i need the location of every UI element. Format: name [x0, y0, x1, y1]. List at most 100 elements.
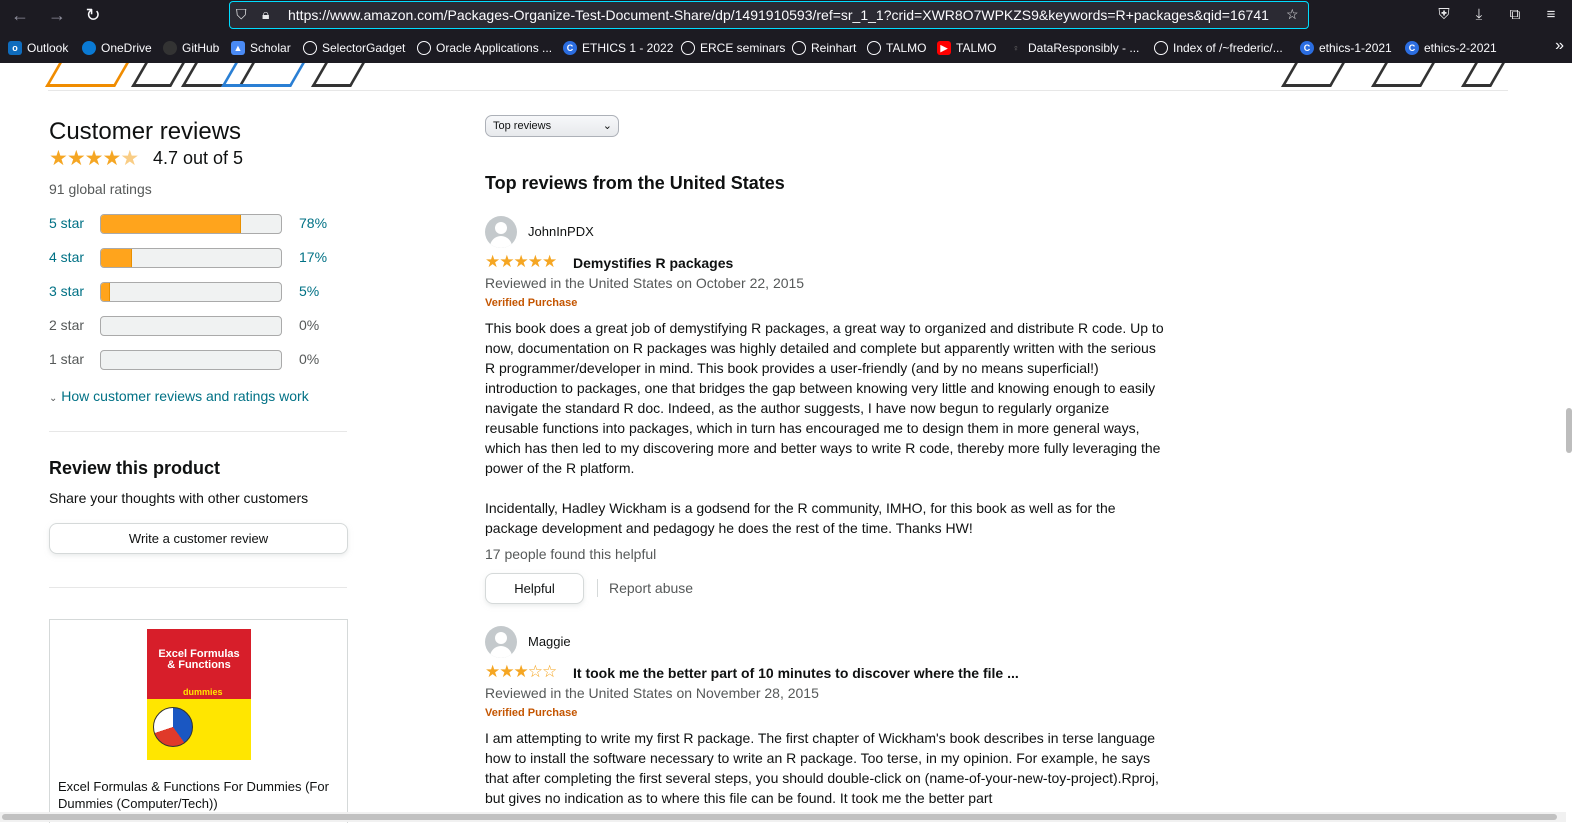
review-body: This book does a great job of demystifyi… [485, 320, 1164, 536]
bookmark-talmo[interactable]: TALMO [867, 39, 926, 57]
canvas-icon: C [1405, 41, 1419, 55]
review-date: Reviewed in the United States on October… [485, 275, 805, 291]
bookmark-index-frederic[interactable]: Index of /~frederic/... [1154, 39, 1283, 57]
review-item: Maggie ★★★☆☆ It took me the better part … [485, 626, 1165, 823]
bookmark-github[interactable]: GitHub [163, 39, 219, 57]
histogram-percentage[interactable]: 5% [299, 283, 319, 299]
forward-icon[interactable]: → [45, 4, 69, 26]
histogram-row[interactable]: 4 star 17% [49, 247, 349, 269]
chevron-down-icon: ⌄ [602, 120, 612, 132]
reviewer-name[interactable]: Maggie [528, 634, 571, 649]
write-review-button[interactable]: Write a customer review [49, 523, 348, 554]
sort-reviews-dropdown[interactable]: Top reviews ⌄ [485, 115, 619, 137]
customer-reviews-heading: Customer reviews [49, 118, 242, 145]
divider [597, 579, 598, 597]
outlook-icon: o [8, 41, 22, 55]
product-title-link[interactable]: Excel Formulas & Functions For Dummies (… [58, 778, 343, 812]
histogram-row[interactable]: 3 star 5% [49, 281, 349, 303]
bookmark-ethics-2022[interactable]: C ETHICS 1 - 2022 [563, 39, 673, 57]
average-rating-text: 4.7 out of 5 [153, 148, 244, 168]
histogram-star-label: 1 star [49, 351, 85, 367]
url-text[interactable]: https://www.amazon.com/Packages-Organize… [288, 7, 1284, 23]
helpful-button[interactable]: Helpful [485, 573, 584, 604]
bookmark-talmo-youtube[interactable]: ▶ TALMO [937, 39, 996, 57]
histogram-star-label[interactable]: 5 star [49, 215, 84, 231]
bulb-icon: ♀ [1012, 43, 1020, 53]
review-title[interactable]: It took me the better part of 10 minutes… [573, 665, 1019, 681]
top-reviews-heading: Top reviews from the United States [485, 173, 785, 193]
shield-icon[interactable]: ⛉ [236, 6, 247, 23]
bookmarks-overflow-icon[interactable]: » [1555, 37, 1564, 55]
histogram-percentage[interactable]: 17% [299, 249, 327, 265]
youtube-icon: ▶ [937, 41, 951, 55]
histogram-percentage[interactable]: 78% [299, 215, 327, 231]
browser-chrome: ← → ↻ ⛉ 🔒︎ https://www.amazon.com/Packag… [0, 0, 1572, 63]
review-product-heading: Review this product [49, 458, 221, 478]
canvas-icon: C [563, 41, 577, 55]
pie-chart-icon [153, 707, 193, 747]
reload-icon[interactable]: ↻ [81, 4, 105, 26]
onedrive-icon [82, 41, 96, 55]
report-abuse-link[interactable]: Report abuse [609, 580, 693, 596]
histogram-star-label[interactable]: 3 star [49, 283, 84, 299]
canvas-icon: C [1300, 41, 1314, 55]
histogram-star-label: 2 star [49, 317, 85, 333]
bookmark-scholar[interactable]: ▲ Scholar [231, 39, 291, 57]
avatar[interactable] [485, 216, 517, 248]
globe-icon [867, 41, 881, 55]
globe-icon [303, 41, 317, 55]
histogram-bar[interactable] [100, 214, 282, 234]
how-reviews-work-link[interactable]: ⌄ How customer reviews and ratings work [49, 388, 309, 404]
bookmark-reinhart[interactable]: Reinhart [792, 39, 856, 57]
reviewer-name[interactable]: JohnInPDX [528, 224, 594, 239]
sponsored-product-card[interactable]: Excel Formulas & Functions dummies Excel… [49, 619, 348, 823]
histogram-bar[interactable] [100, 282, 282, 302]
downloads-icon[interactable]: ⤓ [1467, 4, 1491, 26]
review-star-rating[interactable]: ★★★★★ [485, 252, 557, 272]
bookmark-selectorgadget[interactable]: SelectorGadget [303, 39, 405, 57]
histogram-star-label[interactable]: 4 star [49, 249, 84, 265]
histogram-bar [100, 350, 282, 370]
histogram-row: 2 star 0% [49, 315, 349, 337]
extensions-icon[interactable]: ⧉ [1503, 4, 1527, 26]
pocket-icon[interactable]: ⛨ [1432, 4, 1456, 26]
divider [49, 431, 347, 432]
histogram-row: 1 star 0% [49, 349, 349, 371]
bookmark-star-icon[interactable]: ☆ [1286, 6, 1299, 23]
review-item: JohnInPDX ★★★★★ Demystifies R packages R… [485, 216, 1165, 616]
address-bar[interactable]: ⛉ 🔒︎ https://www.amazon.com/Packages-Org… [229, 1, 1309, 29]
histogram-row[interactable]: 5 star 78% [49, 213, 349, 235]
divider [49, 587, 347, 588]
globe-icon [792, 41, 806, 55]
avatar[interactable] [485, 626, 517, 658]
review-body: I am attempting to write my first R pack… [485, 730, 1159, 806]
histogram-bar[interactable] [100, 248, 282, 268]
vertical-scrollbar[interactable] [1566, 408, 1572, 453]
bookmarks-bar: o Outlook OneDrive GitHub ▲ Scholar Select… [0, 33, 1572, 61]
bookmark-ethics-2-2021[interactable]: Cethics-2-2021 [1405, 39, 1497, 57]
bookmark-erce[interactable]: ERCE seminars [681, 39, 785, 57]
globe-icon [681, 41, 695, 55]
horizontal-scrollbar[interactable] [0, 812, 1566, 822]
histogram-bar-fill [101, 283, 110, 301]
average-star-rating: ★★★★★ [49, 147, 139, 170]
lock-icon[interactable]: 🔒︎ [262, 6, 269, 23]
back-icon[interactable]: ← [8, 4, 32, 26]
verified-purchase-badge: Verified Purchase [485, 707, 578, 719]
bookmark-ethics-1-2021[interactable]: Cethics-1-2021 [1300, 39, 1392, 57]
globe-icon [1154, 41, 1168, 55]
bookmark-onedrive[interactable]: OneDrive [82, 39, 152, 57]
bookmark-outlook[interactable]: o Outlook [8, 39, 68, 57]
chevron-down-icon: ⌄ [49, 393, 58, 404]
github-icon [163, 41, 177, 55]
product-cover-image[interactable]: Excel Formulas & Functions dummies [147, 629, 251, 760]
histogram-bar [100, 316, 282, 336]
review-star-rating[interactable]: ★★★☆☆ [485, 662, 557, 682]
menu-icon[interactable]: ≡ [1539, 4, 1563, 26]
review-date: Reviewed in the United States on Novembe… [485, 685, 819, 701]
amazon-page: Customer reviews ★★★★★ 4.7 out of 5 91 g… [0, 63, 1572, 823]
bookmark-dataresponsibly[interactable]: ♀ DataResponsibly - ... [1009, 39, 1140, 57]
book-banner-decoration [45, 63, 1508, 91]
review-title[interactable]: Demystifies R packages [573, 255, 733, 271]
bookmark-oracle[interactable]: Oracle Applications ... [417, 39, 552, 57]
